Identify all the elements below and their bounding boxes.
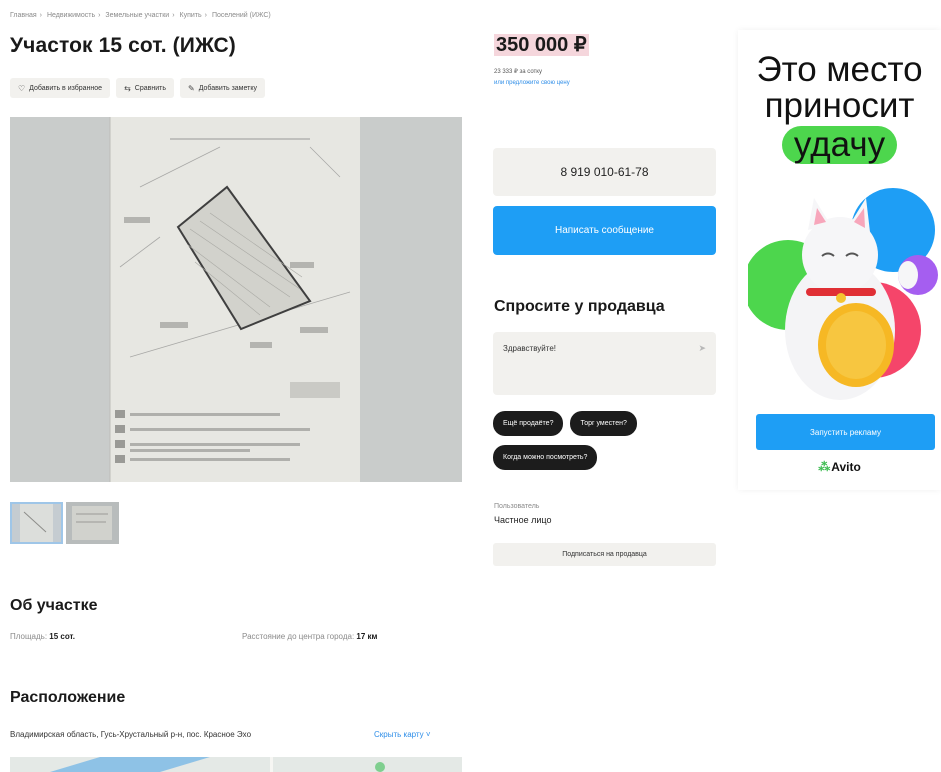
map[interactable]	[10, 757, 462, 772]
about-heading: Об участке	[10, 597, 98, 614]
lucky-cat-illustration	[748, 188, 938, 400]
ad-headline-line1: Это место	[756, 50, 923, 89]
listing-actions: ♡ Добавить в избранное ⇆ Сравнить ✎ Доба…	[10, 78, 265, 98]
price-value: 350 000 ₽	[494, 34, 589, 56]
chevron-down-icon: ˅	[423, 730, 431, 739]
ask-seller-input[interactable]: Здравствуйте! ➤	[493, 332, 716, 395]
param-value: 17 км	[356, 632, 378, 641]
add-note-button[interactable]: ✎ Добавить заметку	[179, 78, 265, 98]
price: 350 000 ₽	[494, 32, 589, 57]
add-to-favorites-label: Добавить в избранное	[29, 84, 103, 92]
param-label: Расстояние до центра города:	[242, 632, 355, 641]
avito-logo-icon: ⁂	[818, 460, 831, 474]
ad-headline-line2: приносит	[764, 86, 915, 125]
param-area: Площадь: 15 сот.	[10, 632, 75, 641]
send-icon[interactable]: ➤	[698, 343, 706, 354]
launch-ad-button[interactable]: Запустить рекламу	[756, 414, 935, 450]
gallery-thumbnail[interactable]	[10, 502, 63, 544]
offer-price-link[interactable]: или предложите свою цену	[494, 80, 570, 86]
gallery-thumbnail[interactable]	[66, 502, 119, 544]
add-to-favorites-button[interactable]: ♡ Добавить в избранное	[10, 78, 111, 98]
quick-questions-row2: Когда можно посмотреть?	[493, 445, 598, 470]
ad-banner[interactable]: Это место приносит удачу Запустить рекла…	[738, 30, 941, 490]
note-icon: ✎	[187, 83, 195, 93]
ask-seller-heading: Спросите у продавца	[494, 298, 665, 315]
write-message-label: Написать сообщение	[554, 225, 654, 236]
avito-logo: ⁂Avito	[738, 460, 941, 474]
breadcrumb-item[interactable]: Купить	[180, 12, 202, 19]
subscribe-seller-button[interactable]: Подписаться на продавца	[493, 543, 716, 566]
ask-seller-text: Здравствуйте!	[503, 344, 557, 353]
map-image	[10, 757, 462, 772]
quick-questions: Ещё продаёте? Торг уместен?	[493, 411, 637, 436]
address-text: Владимирская область, Гусь-Хрустальный р…	[10, 730, 252, 739]
ad-headline-line3: удачу	[738, 126, 941, 164]
heart-icon: ♡	[18, 83, 26, 93]
param-label: Площадь:	[10, 632, 48, 641]
subscribe-seller-label: Подписаться на продавца	[562, 551, 647, 558]
page-title: Участок 15 сот. (ИЖС)	[10, 34, 236, 57]
hide-map-label: Скрыть карту	[374, 730, 424, 739]
seller-name[interactable]: Частное лицо	[494, 515, 551, 525]
compare-button[interactable]: ⇆ Сравнить	[116, 78, 174, 98]
location-heading: Расположение	[10, 689, 126, 706]
land-plan-photo	[10, 117, 462, 482]
quick-question-chip[interactable]: Торг уместен?	[570, 411, 637, 436]
compare-label: Сравнить	[134, 84, 166, 92]
hide-map-link[interactable]: Скрыть карту ˅	[374, 730, 431, 739]
ad-highlight-word: удачу	[781, 126, 898, 164]
breadcrumb-item[interactable]: Поселений (ИЖС)	[212, 12, 271, 19]
breadcrumb-item[interactable]: Главная	[10, 12, 37, 19]
quick-question-chip[interactable]: Ещё продаёте?	[493, 411, 564, 436]
thumbnail-image	[10, 502, 63, 544]
phone-number: 8 919 010-61-78	[560, 165, 649, 179]
gallery-thumbnails	[10, 502, 119, 544]
breadcrumb-item[interactable]: Земельные участки	[105, 12, 169, 19]
breadcrumb: Главная › Недвижимость › Земельные участки…	[10, 12, 271, 19]
seller-type: Пользователь	[494, 503, 540, 510]
add-note-label: Добавить заметку	[198, 84, 257, 92]
compare-icon: ⇆	[124, 83, 131, 93]
launch-ad-label: Запустить рекламу	[810, 427, 881, 437]
quick-question-chip[interactable]: Когда можно посмотреть?	[493, 445, 598, 470]
avito-logo-text: Avito	[831, 460, 861, 474]
write-message-button[interactable]: Написать сообщение	[493, 206, 716, 255]
show-phone-button[interactable]: 8 919 010-61-78	[493, 148, 716, 196]
breadcrumb-item[interactable]: Недвижимость	[47, 12, 95, 19]
thumbnail-image	[66, 502, 119, 544]
param-distance: Расстояние до центра города: 17 км	[242, 632, 377, 641]
param-value: 15 сот.	[49, 632, 75, 641]
price-per-unit: 23 333 ₽ за сотку	[494, 69, 542, 75]
gallery-main-image[interactable]	[10, 117, 462, 482]
